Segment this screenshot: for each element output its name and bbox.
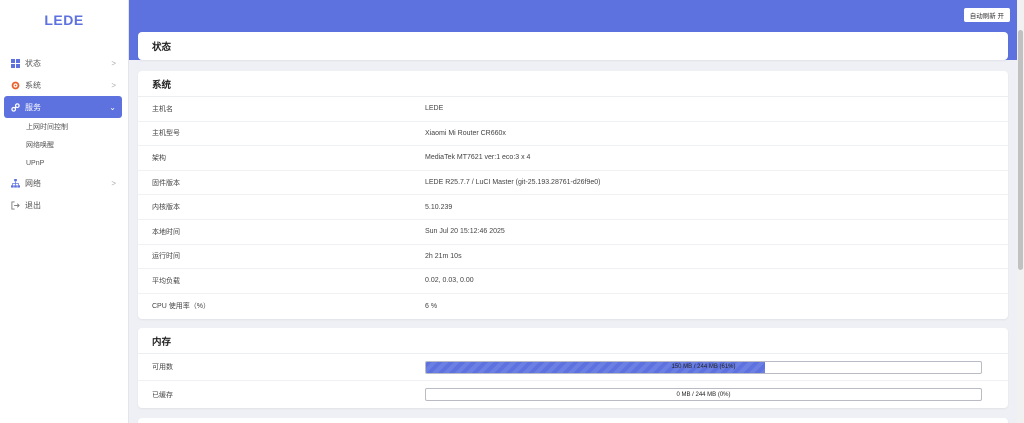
page-title-card: 状态: [138, 32, 1008, 60]
sidebar-item-label: 退出: [25, 200, 41, 210]
dashboard-icon: [10, 58, 20, 68]
system-card-title: 系统: [138, 71, 1008, 97]
chevron-down-icon: ⌄: [109, 102, 116, 112]
row-key: 运行时间: [152, 253, 180, 261]
row-key: 内核版本: [152, 204, 180, 212]
table-row: 运行时间 2h 21m 10s: [138, 245, 1008, 270]
sidebar-item-network[interactable]: 网络 >: [0, 172, 128, 194]
chevron-right-icon: >: [111, 178, 116, 188]
chevron-right-icon: >: [111, 80, 116, 90]
sidebar-item-services[interactable]: 服务 ⌄: [4, 96, 122, 118]
row-key: CPU 使用率（%）: [152, 303, 210, 311]
sidebar-item-logout[interactable]: 退出: [0, 194, 128, 216]
memory-card-title: 内存: [138, 328, 1008, 354]
network-icon: [10, 178, 20, 188]
page-title: 状态: [152, 42, 172, 53]
sidebar-item-label: 系统: [25, 80, 41, 90]
row-value: MediaTek MT7621 ver:1 eco:3 x 4: [425, 154, 531, 162]
table-row: 主机名 LEDE: [138, 97, 1008, 122]
table-row: 可用数 150 MB / 244 MB (61%): [138, 354, 1008, 381]
progress-text: 0 MB / 244 MB (0%): [676, 391, 731, 398]
memory-card: 内存 可用数 150 MB / 244 MB (61%) 已缓存 0 MB / …: [138, 328, 1008, 408]
row-key: 固件版本: [152, 179, 180, 187]
table-row: CPU 使用率（%） 6 %: [138, 294, 1008, 319]
row-value: 5.10.239: [425, 203, 453, 211]
logout-icon: [10, 200, 20, 210]
scrollbar[interactable]: [1017, 0, 1024, 423]
table-row: 已缓存 0 MB / 244 MB (0%): [138, 381, 1008, 408]
row-value: 2h 21m 10s: [425, 252, 462, 260]
row-value: LEDE R25.7.7 / LuCI Master (git-25.193.2…: [425, 179, 601, 187]
next-card: [138, 418, 1008, 423]
sidebar-item-label: 服务: [25, 102, 41, 112]
sidebar-subitem-wol[interactable]: 网络唤醒: [0, 136, 128, 154]
table-row: 架构 MediaTek MT7621 ver:1 eco:3 x 4: [138, 146, 1008, 171]
row-value: 0 MB / 244 MB (0%): [425, 388, 1008, 401]
row-key: 已缓存: [152, 391, 173, 399]
sidebar-item-status[interactable]: 状态 >: [0, 52, 128, 74]
link-icon: [10, 102, 20, 112]
memory-available-progress: 150 MB / 244 MB (61%): [425, 360, 982, 374]
row-key: 架构: [152, 154, 166, 162]
progress-text: 150 MB / 244 MB (61%): [671, 364, 736, 370]
table-row: 平均负载 0.02, 0.03, 0.00: [138, 269, 1008, 294]
scrollbar-thumb[interactable]: [1018, 30, 1023, 270]
table-row: 主机型号 Xiaomi Mi Router CR660x: [138, 122, 1008, 147]
sidebar-item-system[interactable]: 系统 >: [0, 74, 128, 96]
sidebar-subitem-upnp[interactable]: UPnP: [0, 154, 128, 172]
row-key: 可用数: [152, 364, 173, 371]
row-value: Sun Jul 20 15:12:46 2025: [425, 228, 505, 236]
row-value: LEDE: [425, 105, 444, 113]
table-row: 本地时间 Sun Jul 20 15:12:46 2025: [138, 220, 1008, 245]
table-row: 内核版本 5.10.239: [138, 195, 1008, 220]
row-key: 本地时间: [152, 228, 180, 236]
sidebar: LEDE 状态 > 系统 > 服务 ⌄ 上网时间控制 网络唤醒 UPnP 网络 …: [0, 0, 129, 423]
row-value: Xiaomi Mi Router CR660x: [425, 129, 506, 137]
row-key: 主机型号: [152, 130, 180, 138]
chevron-right-icon: >: [111, 58, 116, 68]
table-row: 固件版本 LEDE R25.7.7 / LuCI Master (git-25.1…: [138, 171, 1008, 196]
memory-cached-progress: 0 MB / 244 MB (0%): [425, 388, 982, 401]
row-value: 150 MB / 244 MB (61%): [425, 360, 1008, 374]
sidebar-item-label: 网络: [25, 178, 41, 188]
auto-refresh-button[interactable]: 自动刷新 开: [963, 8, 1010, 22]
sidebar-menu: 状态 > 系统 > 服务 ⌄ 上网时间控制 网络唤醒 UPnP 网络 > 退出: [0, 52, 128, 216]
gear-icon: [10, 80, 20, 90]
brand-logo[interactable]: LEDE: [0, 0, 128, 40]
row-key: 主机名: [152, 105, 173, 113]
row-value: 0.02, 0.03, 0.00: [425, 277, 474, 285]
sidebar-item-label: 状态: [25, 58, 41, 68]
row-value: 6 %: [425, 302, 438, 310]
sidebar-subitem-time-control[interactable]: 上网时间控制: [0, 118, 128, 136]
row-key: 平均负载: [152, 277, 180, 285]
system-card: 系统 主机名 LEDE 主机型号 Xiaomi Mi Router CR660x 架…: [138, 71, 1008, 319]
